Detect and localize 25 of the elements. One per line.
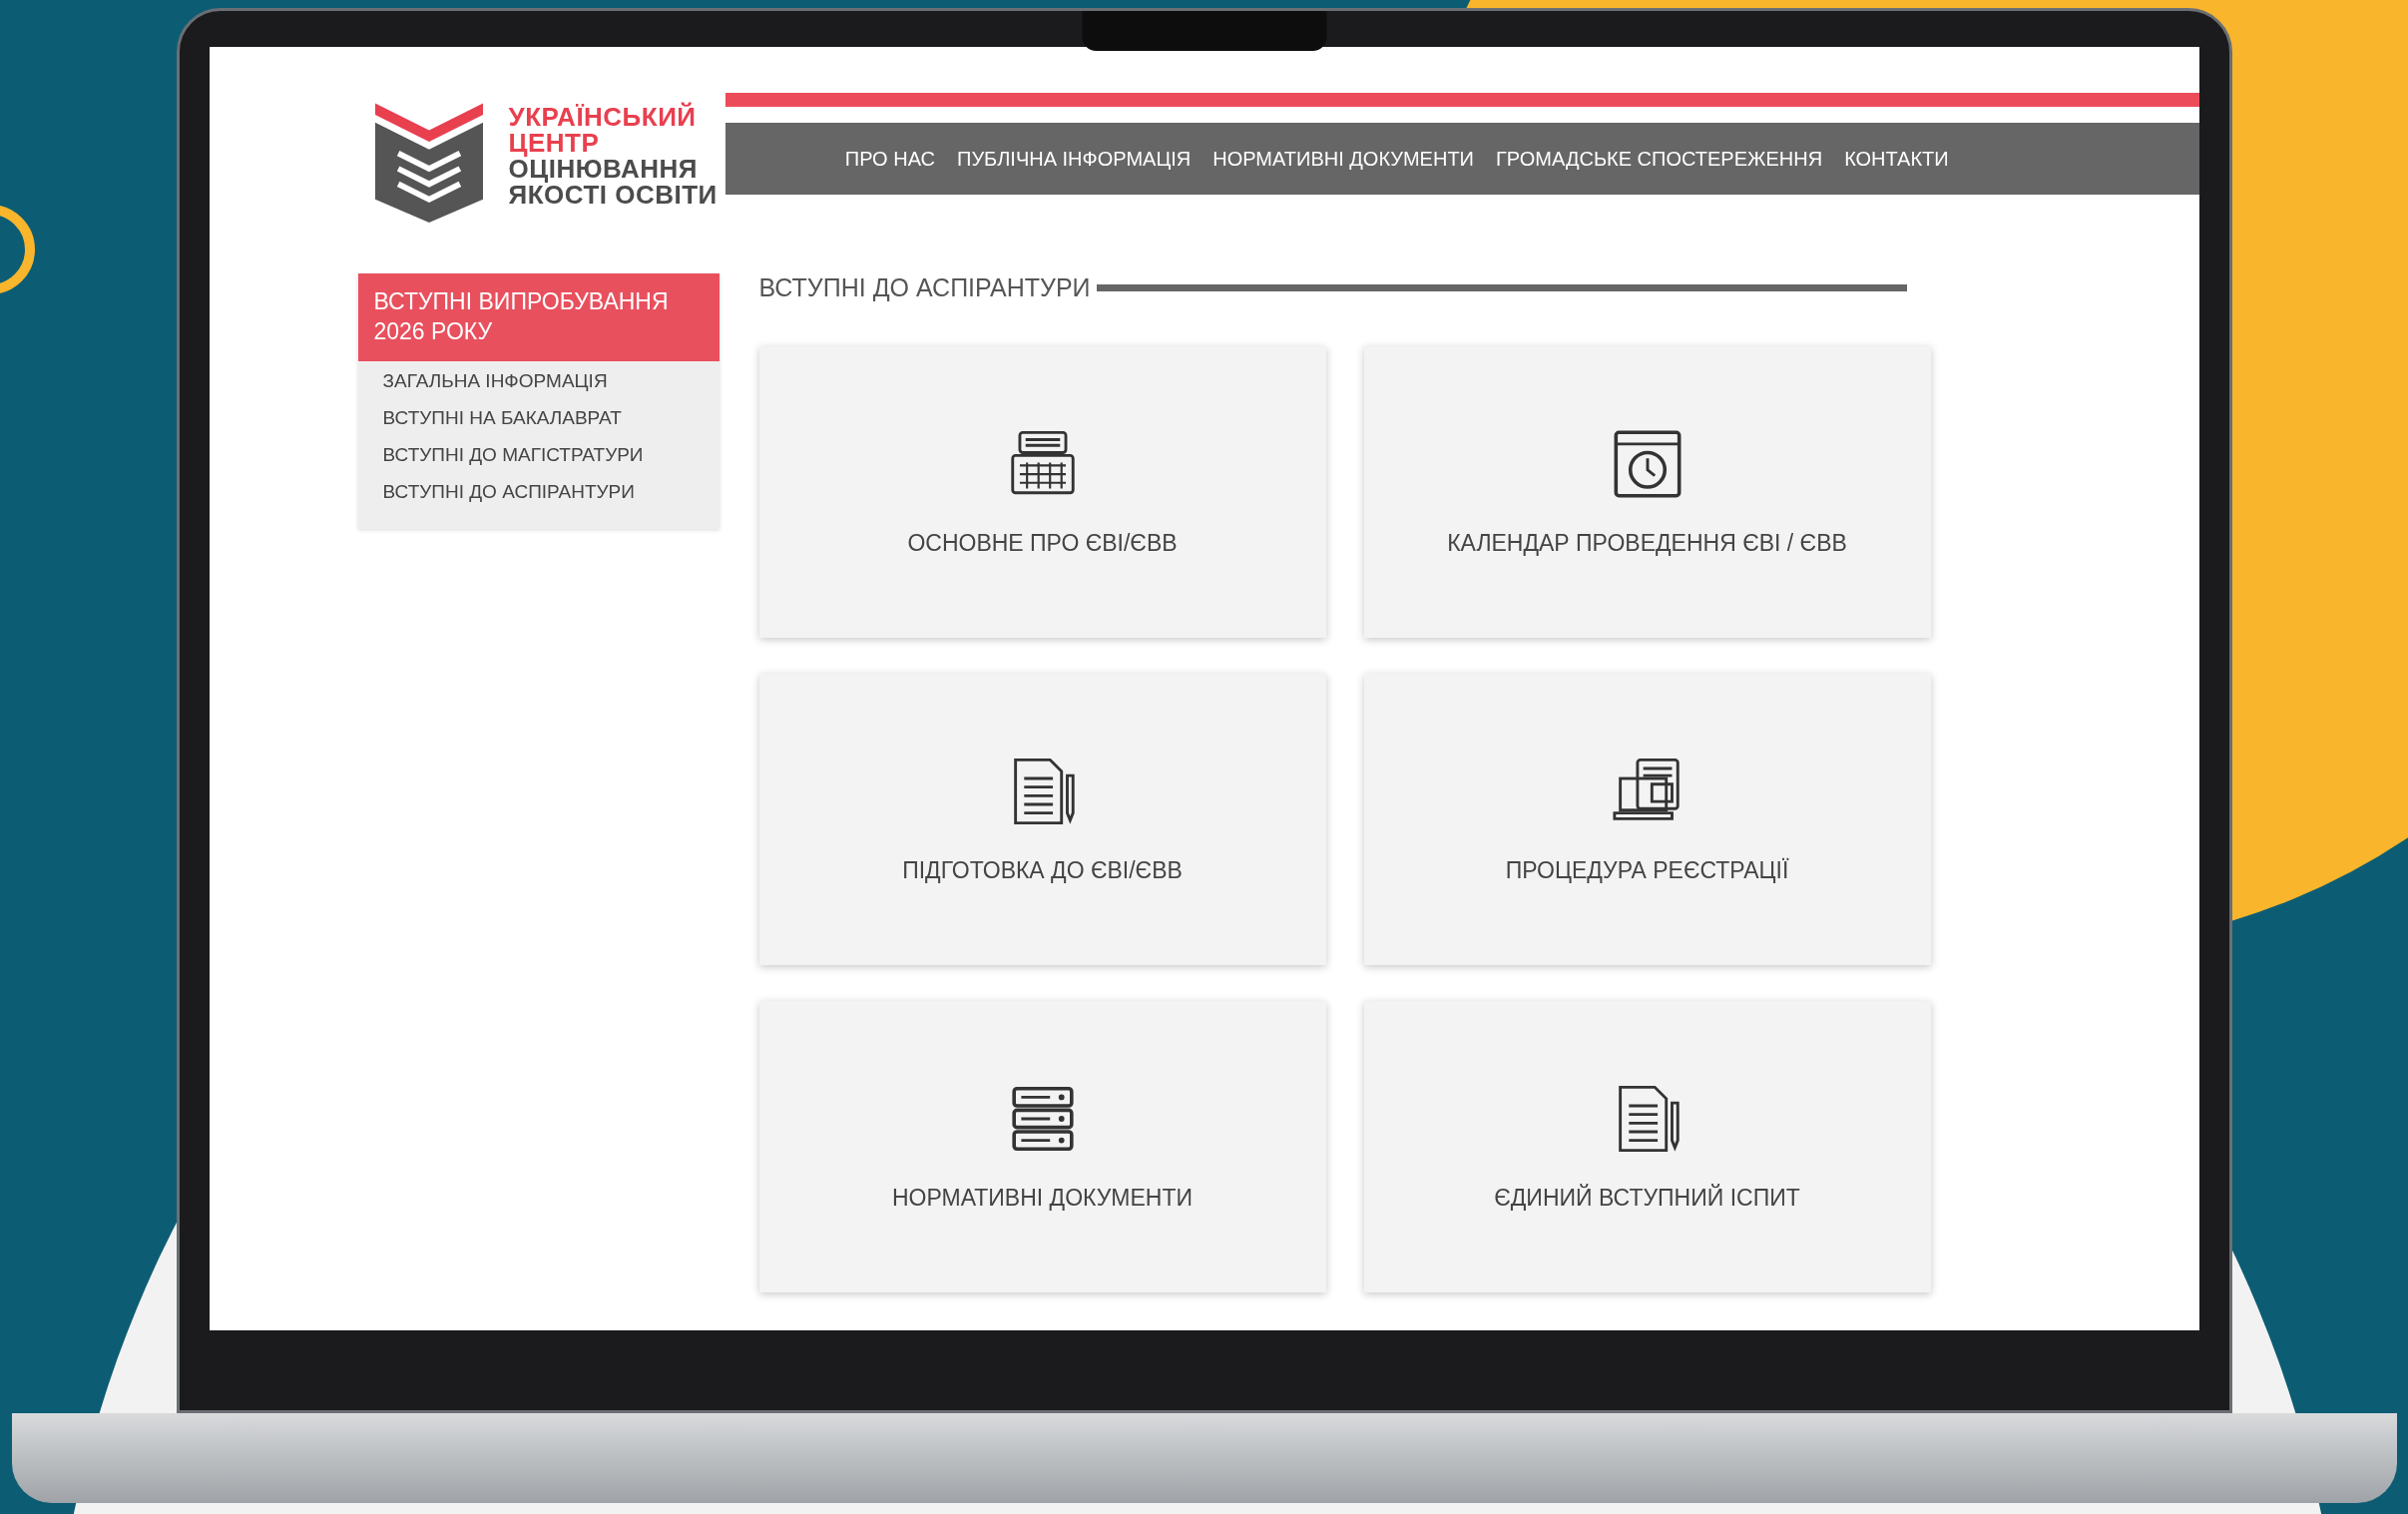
nav-link[interactable]: ПРО НАС [844, 147, 935, 171]
card-title: ОСНОВНЕ ПРО ЄВІ/ЄВВ [907, 529, 1178, 557]
sidebar-heading[interactable]: ВСТУПНІ ВИПРОБУВАННЯ 2026 РОКУ [357, 273, 720, 361]
sidebar-link[interactable]: ВСТУПНІ НА БАКАЛАВРАТ [357, 397, 720, 435]
card-title: КАЛЕНДАР ПРОВЕДЕННЯ ЄВІ / ЄВВ [1447, 529, 1847, 557]
nav-link[interactable]: КОНТАКТИ [1844, 147, 1949, 171]
nav-link[interactable]: НОРМАТИВНІ ДОКУМЕНТИ [1212, 147, 1474, 171]
logo-text: УКРАЇНСЬКИЙ [508, 103, 698, 130]
section-card[interactable]: ОСНОВНЕ ПРО ЄВІ/ЄВВ [758, 346, 1326, 638]
section-title: ВСТУПНІ ДО АСПІРАНТУРИ [758, 273, 1091, 302]
section-card[interactable]: ЄДИНИЙ ВСТУПНИЙ ІСПИТ [1363, 1001, 1931, 1292]
sidebar-link[interactable]: ЗАГАЛЬНА ІНФОРМАЦІЯ [357, 360, 720, 398]
card-title: ЄДИНИЙ ВСТУПНИЙ ІСПИТ [1494, 1184, 1800, 1212]
section-card[interactable]: ПІДГОТОВКА ДО ЄВІ/ЄВВ [758, 674, 1326, 965]
logo-text: ЦЕНТР [508, 129, 601, 156]
card-title: ПРОЦЕДУРА РЕЄСТРАЦІЇ [1505, 856, 1789, 884]
sidebar-link[interactable]: ВСТУПНІ ДО АСПІРАНТУРИ [357, 471, 720, 509]
section-card[interactable]: НОРМАТИВНІ ДОКУМЕНТИ [758, 1001, 1326, 1292]
card-title: ПІДГОТОВКА ДО ЄВІ/ЄВВ [902, 856, 1183, 884]
section-card[interactable]: КАЛЕНДАР ПРОВЕДЕННЯ ЄВІ / ЄВВ [1363, 346, 1931, 638]
section-card[interactable]: ПРОЦЕДУРА РЕЄСТРАЦІЇ [1363, 674, 1931, 965]
nav-link[interactable]: ГРОМАДСЬКЕ СПОСТЕРЕЖЕННЯ [1496, 147, 1823, 171]
sidebar-link[interactable]: ВСТУПНІ ДО МАГІСТРАТУРИ [357, 434, 720, 472]
nav-link[interactable]: ПУБЛІЧНА ІНФОРМАЦІЯ [957, 147, 1192, 171]
card-title: НОРМАТИВНІ ДОКУМЕНТИ [892, 1184, 1193, 1212]
